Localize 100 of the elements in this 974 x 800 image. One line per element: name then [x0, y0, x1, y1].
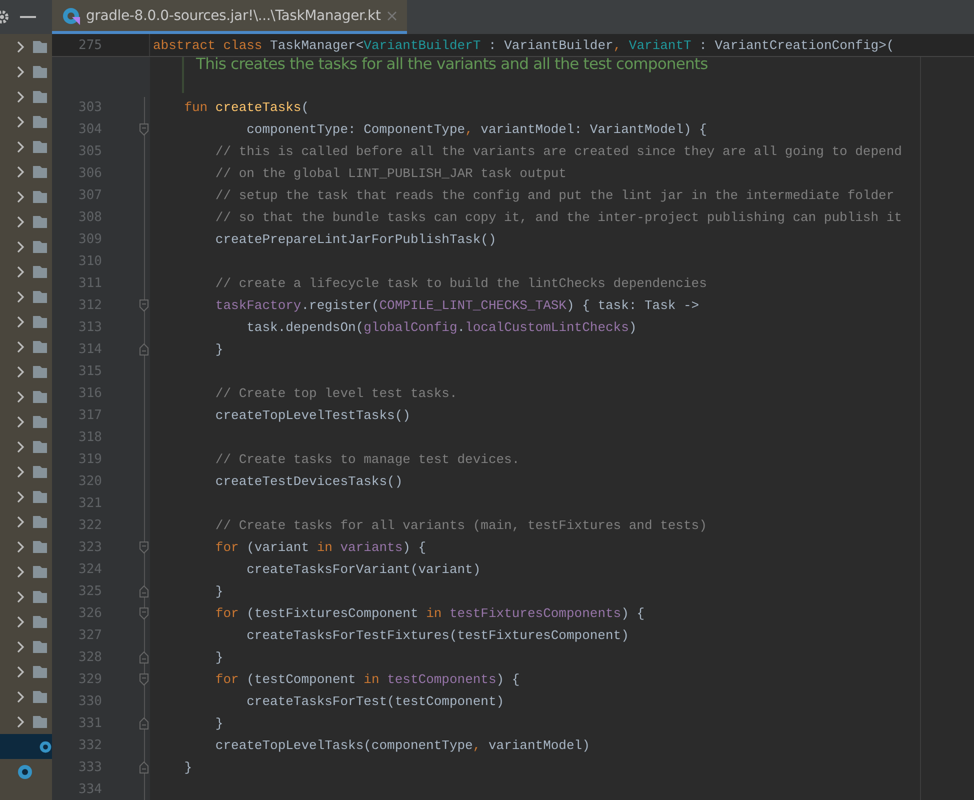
chevron-icon[interactable]	[17, 316, 25, 328]
close-icon[interactable]	[387, 10, 397, 20]
chevron-icon[interactable]	[17, 290, 25, 302]
folder-icon	[33, 540, 47, 554]
chevron-icon[interactable]	[17, 40, 25, 52]
folder-icon	[33, 564, 47, 578]
chevron-icon[interactable]	[17, 190, 25, 202]
chevron-icon[interactable]	[17, 440, 25, 452]
code-line: for (variant in variants) {	[214, 540, 426, 554]
code-line: }	[214, 650, 224, 664]
fold-marker-icon[interactable]	[139, 760, 149, 774]
kotlin-file-icon	[39, 738, 52, 754]
code-line: for (testComponent in testComponents) {	[214, 672, 520, 686]
doc-comment: This creates the tasks for all the variants and all the test components	[196, 55, 708, 75]
fold-marker-icon[interactable]	[139, 540, 149, 554]
editor-tab[interactable]: gradle-8.0.0-sources.jar!\...\TaskManager.kt	[52, 0, 407, 34]
chevron-icon[interactable]	[17, 466, 25, 478]
folder-icon	[33, 90, 47, 104]
folder-icon	[33, 514, 47, 528]
folder-icon	[33, 490, 47, 504]
folder-icon	[33, 64, 47, 78]
folder-icon	[33, 264, 47, 278]
chevron-icon[interactable]	[17, 390, 25, 402]
fold-marker-icon[interactable]	[139, 650, 149, 664]
folder-icon	[33, 140, 47, 154]
chevron-icon[interactable]	[17, 266, 25, 278]
code-line: fun createTasks(	[183, 100, 310, 114]
folder-icon	[33, 114, 47, 128]
code-line: abstract class TaskManager<VariantBuilderT : VariantBuilder, VariantT : VariantCreationConfig>(	[152, 38, 894, 52]
folder-icon	[33, 340, 47, 354]
fold-marker-icon[interactable]	[139, 672, 149, 686]
tree-item[interactable]	[0, 734, 52, 759]
chevron-icon[interactable]	[17, 66, 25, 78]
folder-icon	[33, 364, 47, 378]
settings-icon[interactable]	[0, 9, 10, 25]
fold-marker-icon[interactable]	[139, 606, 149, 620]
code-line: // this is called before all the variants are created since they are all going to depend	[214, 144, 902, 158]
chevron-icon[interactable]	[17, 540, 25, 552]
chevron-icon[interactable]	[17, 590, 25, 602]
fold-marker-icon[interactable]	[139, 342, 149, 356]
code-line: createTasksForTestFixtures(testFixturesComponent)	[246, 628, 629, 642]
chevron-icon[interactable]	[17, 416, 25, 428]
code-line: // on the global LINT_PUBLISH_JAR task output	[214, 166, 566, 180]
chevron-icon[interactable]	[17, 690, 25, 702]
code-line: // Create tasks for all variants (main, testFixtures and tests)	[214, 518, 707, 532]
code-line: createTestDevicesTasks()	[214, 474, 403, 488]
folder-icon	[33, 440, 47, 454]
folder-icon	[33, 214, 47, 228]
code-line: }	[183, 760, 192, 774]
chevron-icon[interactable]	[17, 666, 25, 678]
fold-marker-icon[interactable]	[139, 122, 149, 136]
folder-icon	[33, 314, 47, 328]
fold-marker-icon[interactable]	[139, 584, 149, 598]
folder-icon	[33, 240, 47, 254]
folder-icon	[33, 714, 47, 728]
code-line: createTopLevelTestTasks()	[214, 408, 410, 422]
chevron-icon[interactable]	[17, 340, 25, 352]
folder-icon	[33, 464, 47, 478]
code-line: createTopLevelTasks(componentType, variantModel)	[214, 738, 590, 752]
chevron-icon[interactable]	[17, 640, 25, 652]
chevron-icon[interactable]	[17, 216, 25, 228]
chevron-icon[interactable]	[17, 240, 25, 252]
kotlin-file-icon	[17, 764, 33, 780]
line-number: 275	[78, 38, 102, 52]
fold-marker-icon[interactable]	[139, 716, 149, 730]
chevron-icon[interactable]	[17, 116, 25, 128]
folder-icon	[33, 40, 47, 54]
code-line: // so that the bundle tasks can copy it, and the inter-project publishing can publish it	[214, 210, 902, 224]
folder-icon	[33, 640, 47, 654]
code-line: // create a lifecycle task to build the lintChecks dependencies	[214, 276, 707, 290]
code-line: componentType: ComponentType, variantModel: VariantModel) {	[246, 122, 707, 136]
code-line: }	[214, 716, 224, 730]
folder-icon	[33, 290, 47, 304]
folder-icon	[33, 614, 47, 628]
chevron-icon[interactable]	[17, 516, 25, 528]
code-line: createTasksForVariant(variant)	[246, 562, 481, 576]
code-line: for (testFixturesComponent in testFixturesComponents) {	[214, 606, 645, 620]
chevron-icon[interactable]	[17, 140, 25, 152]
code-line: }	[214, 584, 224, 598]
chevron-icon[interactable]	[17, 616, 25, 628]
chevron-icon[interactable]	[17, 716, 25, 728]
kotlin-file-icon	[62, 6, 80, 24]
folder-icon	[33, 390, 47, 404]
folder-icon	[33, 690, 47, 704]
chevron-icon[interactable]	[17, 366, 25, 378]
folder-icon	[33, 164, 47, 178]
fold-marker-icon[interactable]	[139, 298, 149, 312]
code-line: // setup the task that reads the config and put the lint jar in the intermediate folder	[214, 188, 894, 202]
code-line: createTasksForTest(testComponent)	[246, 694, 504, 708]
code-line: task.dependsOn(globalConfig.localCustomLintChecks)	[246, 320, 637, 334]
chevron-icon[interactable]	[17, 566, 25, 578]
code-line: // Create tasks to manage test devices.	[214, 452, 520, 466]
folder-icon	[33, 590, 47, 604]
chevron-icon[interactable]	[17, 90, 25, 102]
folder-icon	[33, 414, 47, 428]
chevron-icon[interactable]	[17, 166, 25, 178]
chevron-icon[interactable]	[17, 490, 25, 502]
folder-icon	[33, 190, 47, 204]
code-line: createPrepareLintJarForPublishTask()	[214, 232, 496, 246]
code-line: // Create top level test tasks.	[214, 386, 458, 400]
